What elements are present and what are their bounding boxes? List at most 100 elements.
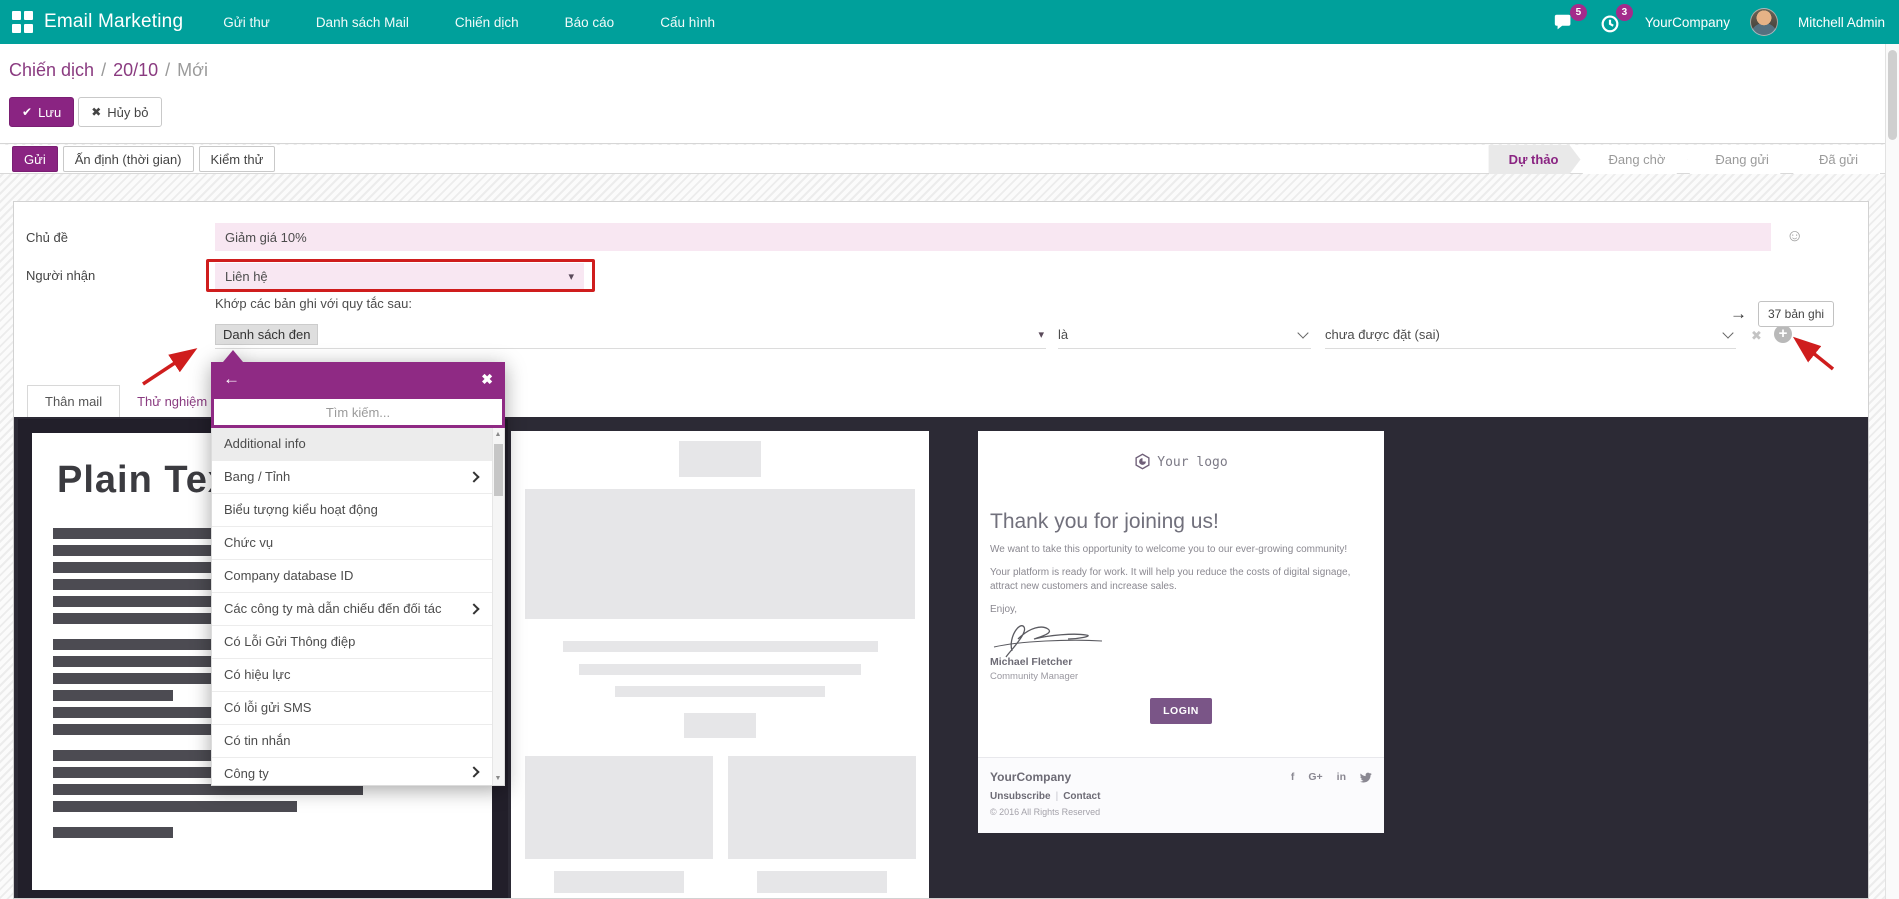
popup-scrollbar[interactable]: ▲ ▼: [492, 428, 504, 785]
avatar[interactable]: [1750, 8, 1778, 36]
back-icon[interactable]: ←: [223, 369, 240, 389]
chevron-right-icon: [468, 471, 479, 482]
breadcrumb-campaign-2010[interactable]: 20/10: [113, 60, 158, 80]
tab-mail-body[interactable]: Thân mail: [27, 385, 120, 417]
facebook-icon: f: [1291, 771, 1295, 783]
stage-queued[interactable]: Đang chờ: [1582, 145, 1687, 174]
popup-field-list: Additional info Bang / Tỉnh Biểu tượng k…: [211, 428, 505, 786]
nav-item-configuration[interactable]: Cấu hình: [658, 11, 717, 34]
top-navbar: Email Marketing Gửi thư Danh sách Mail C…: [0, 0, 1899, 44]
tab-ab-testing[interactable]: Thử nghiệm: [120, 386, 224, 417]
stage-sending[interactable]: Đang gửi: [1689, 145, 1791, 174]
googleplus-icon: G+: [1308, 771, 1322, 783]
list-item[interactable]: Additional info: [212, 428, 504, 461]
form-statusbar: Gửi Ấn định (thời gian) Kiểm thử Dự thảo…: [0, 145, 1899, 174]
caret-down-icon: ▾: [568, 270, 574, 283]
save-button[interactable]: ✔Lưu: [9, 97, 74, 127]
rule-field-select[interactable]: Danh sách đen ▾: [215, 321, 1046, 349]
nav-item-mailing-lists[interactable]: Danh sách Mail: [314, 11, 411, 34]
hero-placeholder: [525, 489, 915, 619]
footer-copyright: © 2016 All Rights Reserved: [990, 807, 1372, 817]
unsubscribe-link: Unsubscribe: [990, 791, 1051, 802]
rule-value-select[interactable]: chưa được đặt (sai): [1325, 321, 1736, 349]
logo-placeholder: [679, 441, 761, 477]
column-placeholder: [728, 756, 916, 859]
linkedin-icon: in: [1337, 771, 1346, 783]
smiley-icon[interactable]: ☺: [1786, 226, 1803, 246]
welcome-footer: YourCompany f G+ in Unsubscribe|Contact …: [978, 757, 1384, 833]
rule-field-value: Danh sách đen: [215, 324, 318, 345]
stage-draft[interactable]: Dự thảo: [1489, 145, 1581, 174]
recipients-select[interactable]: Liên hệ ▾: [215, 263, 584, 289]
page-scrollbar[interactable]: [1885, 44, 1899, 899]
signer-name: Michael Fletcher: [990, 656, 1372, 668]
welcome-paragraph: Your platform is ready for work. It will…: [990, 566, 1362, 594]
email-marketing-app: Email Marketing Gửi thư Danh sách Mail C…: [0, 0, 1899, 899]
company-switcher[interactable]: YourCompany: [1645, 15, 1730, 30]
column-placeholder: [525, 756, 713, 859]
social-icons: f G+ in: [1291, 771, 1372, 783]
send-button[interactable]: Gửi: [12, 146, 58, 172]
stage-pipeline: Dự thảo Đang chờ Đang gửi Đã gửi: [1487, 145, 1880, 174]
cross-icon: ✖: [91, 105, 101, 119]
rule-operator-select[interactable]: là: [1058, 321, 1311, 349]
list-item[interactable]: Có tin nhắn: [212, 725, 504, 758]
statusbar-buttons: Gửi Ấn định (thời gian) Kiểm thử: [12, 146, 275, 172]
messages-icon[interactable]: 5: [1553, 9, 1579, 35]
text-line-placeholder: [615, 686, 825, 697]
list-item[interactable]: Có hiệu lực: [212, 659, 504, 692]
list-item[interactable]: Các công ty mà dẫn chiếu đến đối tác: [212, 593, 504, 626]
discard-button[interactable]: ✖Hủy bỏ: [78, 97, 161, 127]
template-default[interactable]: [511, 431, 929, 898]
list-item[interactable]: Có Lỗi Gửi Thông điệp: [212, 626, 504, 659]
breadcrumb-campaigns[interactable]: Chiến dịch: [9, 60, 94, 80]
welcome-closing: Enjoy,: [990, 604, 1372, 615]
chevron-down-icon: [1722, 327, 1733, 338]
subject-input[interactable]: [215, 223, 1771, 251]
nav-item-mailings[interactable]: Gửi thư: [221, 11, 272, 34]
test-button[interactable]: Kiểm thử: [199, 146, 276, 172]
text-line-placeholder: [579, 664, 861, 675]
nav-item-reporting[interactable]: Báo cáo: [563, 11, 617, 34]
signature: [990, 617, 1110, 661]
template-welcome[interactable]: Your logo Thank you for joining us! We w…: [978, 431, 1384, 833]
systray: 5 3 YourCompany Mitchell Admin: [1553, 0, 1885, 44]
list-item[interactable]: Có lỗi gửi SMS: [212, 692, 504, 725]
list-item[interactable]: Bang / Tỉnh: [212, 461, 504, 494]
welcome-paragraph: We want to take this opportunity to welc…: [990, 543, 1362, 557]
nav-item-campaigns[interactable]: Chiến dịch: [453, 11, 521, 34]
list-item[interactable]: Công ty: [212, 758, 504, 786]
breadcrumb-new: Mới: [177, 60, 208, 80]
list-item[interactable]: Biểu tượng kiểu hoạt động: [212, 494, 504, 527]
page-scroll-thumb[interactable]: [1888, 50, 1897, 140]
popup-header: ← ✖: [211, 362, 505, 396]
records-count-button[interactable]: 37 bản ghi: [1758, 301, 1834, 327]
close-icon[interactable]: ✖: [481, 371, 493, 388]
remove-rule-icon[interactable]: ✖: [1751, 328, 1762, 344]
search-input[interactable]: [214, 399, 502, 425]
welcome-heading: Thank you for joining us!: [990, 510, 1372, 534]
hexagon-logo-icon: [1134, 453, 1151, 470]
chevron-down-icon: [1297, 327, 1308, 338]
schedule-button[interactable]: Ấn định (thời gian): [63, 146, 194, 172]
user-menu[interactable]: Mitchell Admin: [1798, 15, 1885, 30]
activities-clock-icon[interactable]: 3: [1599, 9, 1625, 35]
stage-sent[interactable]: Đã gửi: [1793, 145, 1880, 174]
arrow-right-icon: →: [1730, 304, 1747, 324]
text-line-placeholder: [563, 641, 878, 652]
button-placeholder: [684, 713, 756, 738]
apps-grid-icon[interactable]: [12, 11, 34, 33]
caption-placeholder: [757, 871, 887, 893]
contact-link: Contact: [1063, 791, 1100, 802]
messages-badge: 5: [1570, 4, 1587, 21]
add-rule-icon[interactable]: +: [1774, 325, 1792, 343]
scroll-thumb[interactable]: [494, 444, 503, 496]
list-item[interactable]: Company database ID: [212, 560, 504, 593]
list-item[interactable]: Chức vụ: [212, 527, 504, 560]
app-title[interactable]: Email Marketing: [44, 11, 183, 33]
scroll-down-icon[interactable]: ▼: [493, 775, 503, 782]
caret-down-icon: ▾: [1038, 328, 1044, 341]
scroll-up-icon[interactable]: ▲: [493, 431, 503, 438]
logo-row: Your logo: [978, 453, 1384, 470]
chevron-right-icon: [468, 603, 479, 614]
